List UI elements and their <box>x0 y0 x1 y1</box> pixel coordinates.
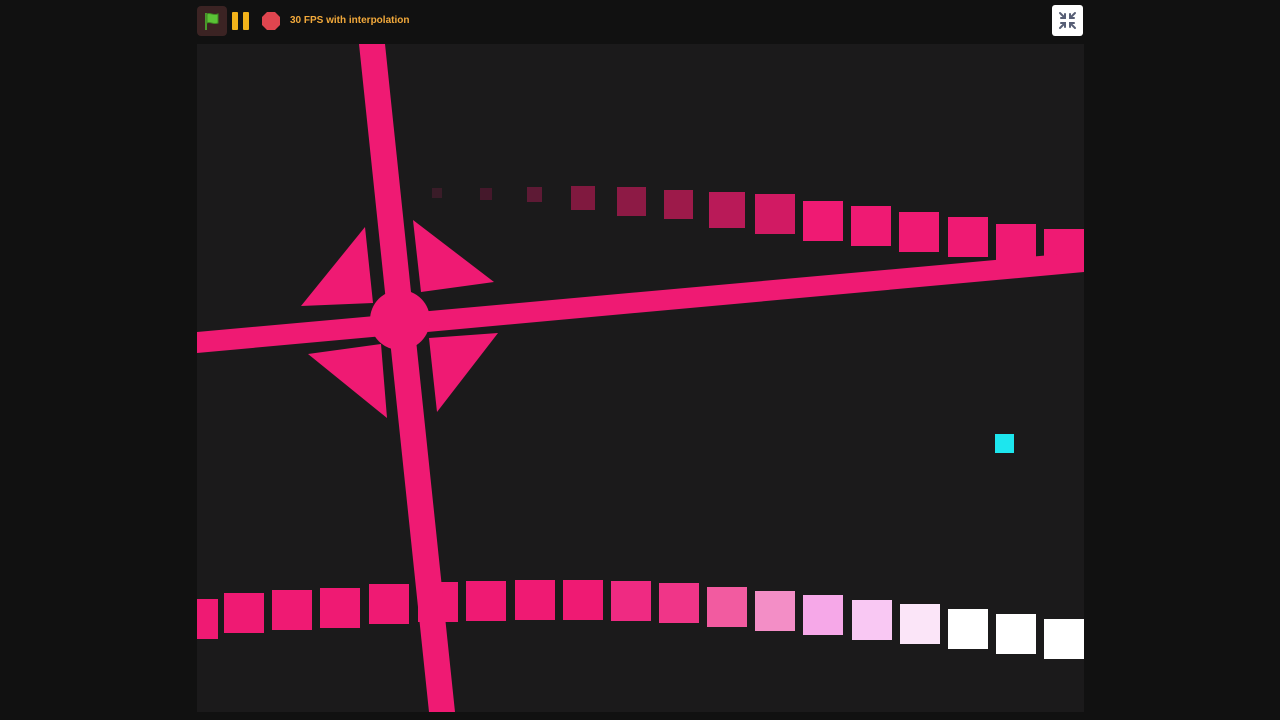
trail-square <box>197 599 218 639</box>
trail-square <box>803 595 843 635</box>
cross-hub <box>370 290 430 350</box>
pause-button[interactable] <box>232 12 252 30</box>
trail-square <box>852 600 892 640</box>
player-square <box>995 434 1014 453</box>
exit-fullscreen-button[interactable] <box>1052 5 1083 36</box>
trail-square <box>466 581 506 621</box>
trail-square <box>320 588 360 628</box>
trail-square <box>611 581 651 621</box>
trail-square <box>224 593 264 633</box>
fps-label: 30 FPS with interpolation <box>290 15 410 26</box>
trail-square <box>1044 619 1084 659</box>
trail-square <box>617 187 646 216</box>
game-stage[interactable] <box>197 44 1084 712</box>
exit-fullscreen-icon <box>1059 12 1076 29</box>
top-trail <box>432 186 1084 269</box>
trail-square <box>707 587 747 627</box>
trail-square <box>755 194 795 234</box>
trail-square <box>480 188 492 200</box>
trail-square <box>272 590 312 630</box>
toolbar: 30 FPS with interpolation <box>197 5 1084 37</box>
arrow-bottom-left <box>308 344 387 418</box>
trail-square <box>996 614 1036 654</box>
trail-square <box>563 580 603 620</box>
trail-square <box>369 584 409 624</box>
trail-square <box>527 187 542 202</box>
trail-square <box>948 609 988 649</box>
arrow-bottom-right <box>429 333 498 412</box>
trail-square <box>664 190 693 219</box>
stop-button[interactable] <box>261 11 281 31</box>
green-flag-icon <box>205 12 219 30</box>
bottom-trail <box>197 580 1084 659</box>
trail-square <box>515 580 555 620</box>
trail-square <box>432 188 442 198</box>
stage-canvas <box>197 44 1084 712</box>
stop-icon <box>262 12 280 30</box>
trail-square <box>709 192 745 228</box>
arrow-top-right <box>413 220 494 292</box>
trail-square <box>851 206 891 246</box>
trail-square <box>659 583 699 623</box>
green-flag-button[interactable] <box>197 6 227 36</box>
trail-square <box>755 591 795 631</box>
trail-square <box>803 201 843 241</box>
trail-square <box>899 212 939 252</box>
trail-square <box>900 604 940 644</box>
trail-square <box>571 186 595 210</box>
trail-square <box>948 217 988 257</box>
arrow-top-left <box>301 227 373 306</box>
